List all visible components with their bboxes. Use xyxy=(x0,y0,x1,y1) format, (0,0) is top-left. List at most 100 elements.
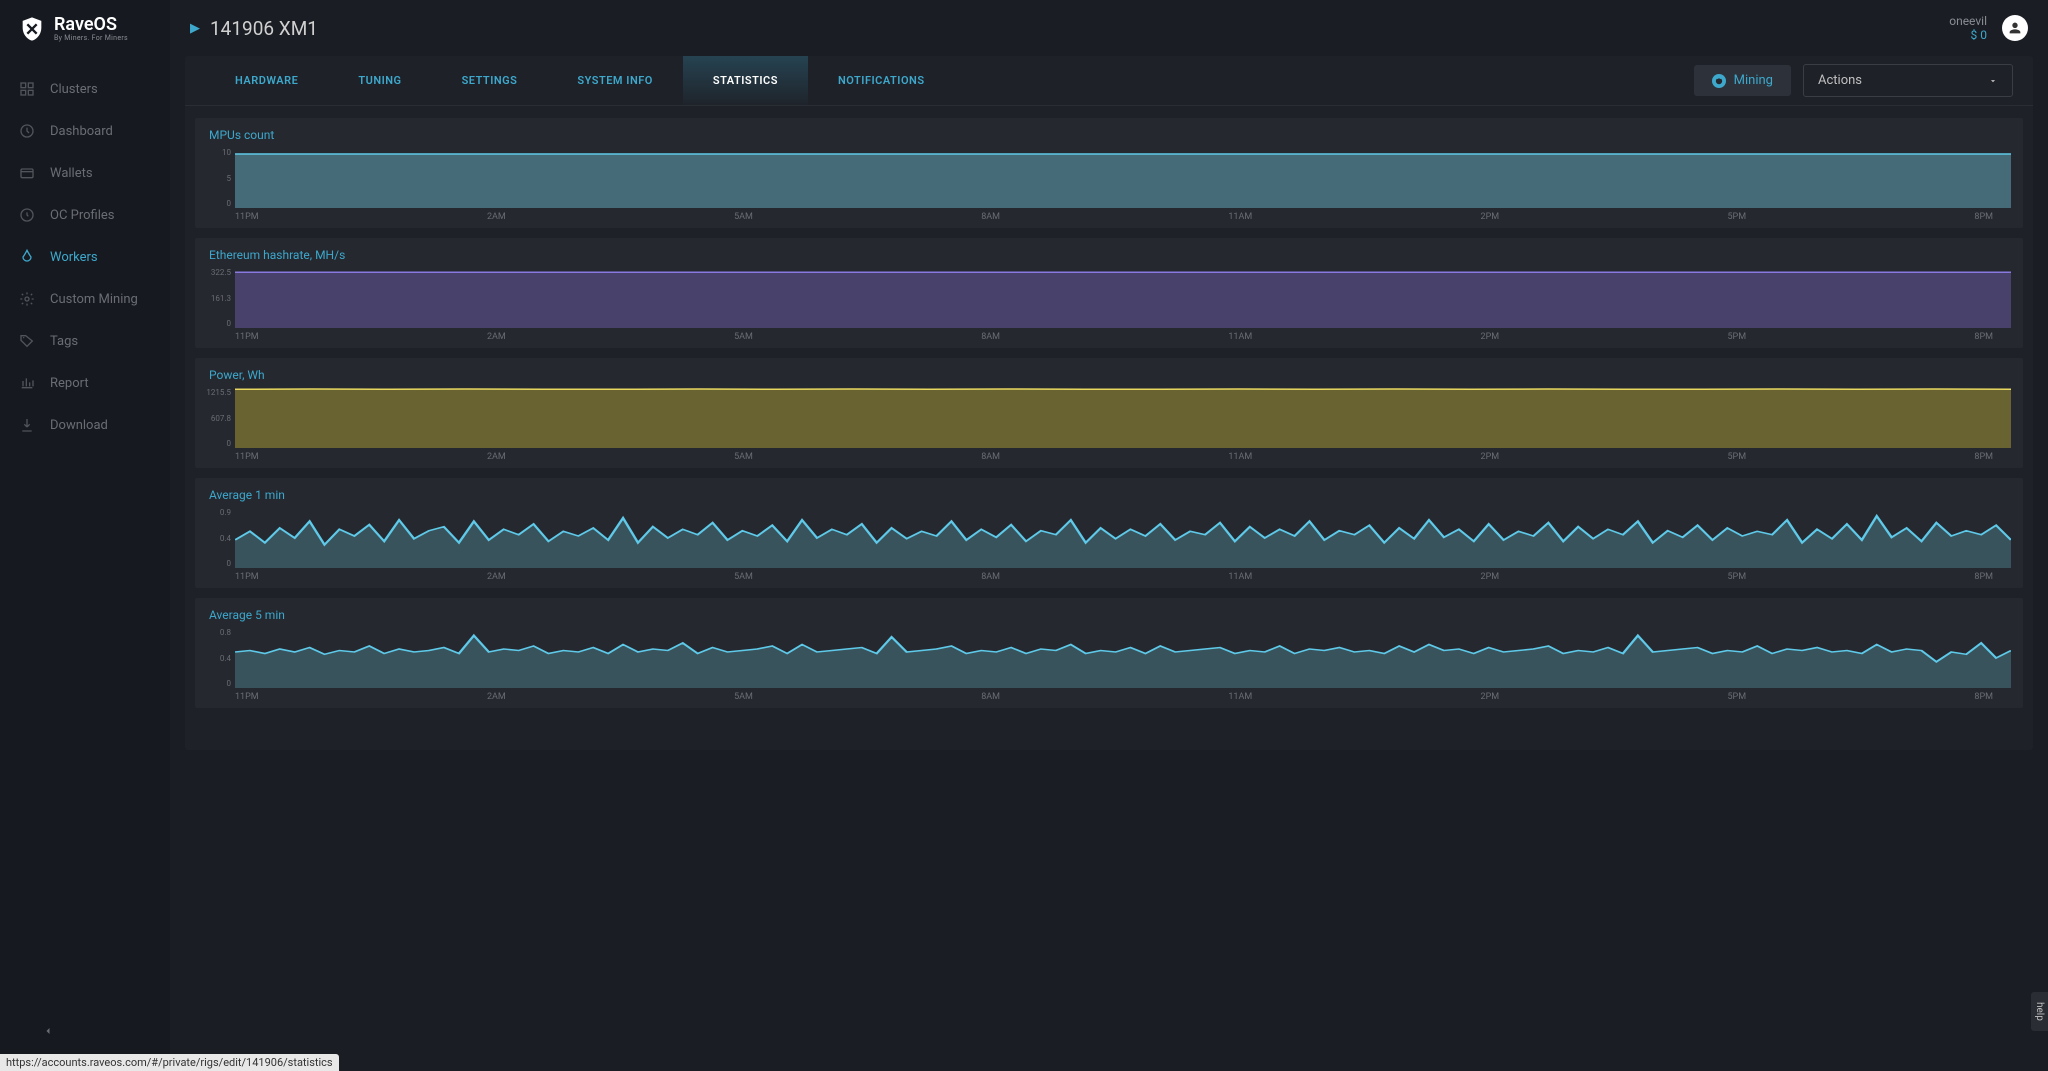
sidebar-item-label: Custom Mining xyxy=(50,292,138,307)
x-tick: 2AM xyxy=(487,332,506,342)
logo[interactable]: RaveOS By Miners. For Miners xyxy=(0,15,170,68)
collapse-sidebar[interactable] xyxy=(42,1022,54,1041)
sidebar-item-dashboard[interactable]: Dashboard xyxy=(0,110,170,152)
x-tick: 5AM xyxy=(734,692,753,702)
chart-card: Average 1 min0.90.4011PM2AM5AM8AM11AM2PM… xyxy=(195,478,2023,588)
x-tick: 8PM xyxy=(1974,332,1993,342)
brand-name: RaveOS xyxy=(54,16,128,34)
x-tick: 11PM xyxy=(235,572,259,582)
x-tick: 2PM xyxy=(1481,332,1500,342)
tab-statistics[interactable]: STATISTICS xyxy=(683,56,808,105)
sidebar-item-label: Download xyxy=(50,418,108,433)
y-tick: 0.9 xyxy=(205,508,231,517)
y-tick: 0.4 xyxy=(205,654,231,663)
x-tick: 2AM xyxy=(487,572,506,582)
y-tick: 607.8 xyxy=(205,414,231,423)
chart-title: Ethereum hashrate, MH/s xyxy=(205,248,2013,262)
sidebar-item-wallets[interactable]: Wallets xyxy=(0,152,170,194)
brand-sub: By Miners. For Miners xyxy=(54,34,128,42)
actions-select[interactable]: Actions xyxy=(1803,64,2013,97)
x-tick: 8AM xyxy=(981,572,1000,582)
x-tick: 11AM xyxy=(1228,572,1252,582)
x-tick: 2PM xyxy=(1481,452,1500,462)
x-tick: 8AM xyxy=(981,452,1000,462)
tab-settings[interactable]: SETTINGS xyxy=(432,56,548,105)
x-tick: 8PM xyxy=(1974,692,1993,702)
tab-hardware[interactable]: HARDWARE xyxy=(205,56,328,105)
main: ▶ 141906 XM1 oneevil $ 0 HARDWARETUNINGS… xyxy=(170,0,2048,1071)
sidebar-item-label: Wallets xyxy=(50,166,93,181)
chevron-left-icon xyxy=(42,1025,54,1037)
sidebar-item-workers[interactable]: Workers xyxy=(0,236,170,278)
x-tick: 11AM xyxy=(1228,452,1252,462)
x-tick: 11PM xyxy=(235,452,259,462)
x-tick: 5PM xyxy=(1727,332,1746,342)
play-icon: ▶ xyxy=(190,21,200,36)
chart-card: MPUs count105011PM2AM5AM8AM11AM2PM5PM8PM xyxy=(195,118,2023,228)
x-tick: 8PM xyxy=(1974,572,1993,582)
sidebar-item-custom-mining[interactable]: Custom Mining xyxy=(0,278,170,320)
x-tick: 11PM xyxy=(235,212,259,222)
user-name: oneevil xyxy=(1949,14,1987,28)
x-tick: 5PM xyxy=(1727,692,1746,702)
sidebar-item-tags[interactable]: Tags xyxy=(0,320,170,362)
topbar: ▶ 141906 XM1 oneevil $ 0 xyxy=(170,0,2048,56)
x-tick: 8AM xyxy=(981,212,1000,222)
x-tick: 5PM xyxy=(1727,212,1746,222)
chart-title: MPUs count xyxy=(205,128,2013,142)
x-tick: 5AM xyxy=(734,332,753,342)
wallets-icon xyxy=(18,164,36,182)
x-tick: 5AM xyxy=(734,572,753,582)
y-tick: 1215.5 xyxy=(205,388,231,397)
sidebar-item-label: Dashboard xyxy=(50,124,113,139)
tab-tuning[interactable]: TUNING xyxy=(328,56,431,105)
chart-plot[interactable] xyxy=(235,628,2011,688)
sidebar-item-label: Report xyxy=(50,376,89,391)
chart-plot[interactable] xyxy=(235,148,2011,208)
x-tick: 5AM xyxy=(734,212,753,222)
y-tick: 0.8 xyxy=(205,628,231,637)
x-tick: 5AM xyxy=(734,452,753,462)
y-tick: 0.4 xyxy=(205,534,231,543)
x-tick: 11AM xyxy=(1228,692,1252,702)
help-tab[interactable]: help xyxy=(2031,992,2048,1031)
x-tick: 11PM xyxy=(235,332,259,342)
x-tick: 2AM xyxy=(487,692,506,702)
mining-label: Mining xyxy=(1734,73,1773,88)
shield-icon xyxy=(18,15,46,43)
oc-profiles-icon xyxy=(18,206,36,224)
y-tick: 0 xyxy=(205,199,231,208)
x-tick: 8PM xyxy=(1974,452,1993,462)
tab-notifications[interactable]: NOTIFICATIONS xyxy=(808,56,955,105)
sidebar-item-download[interactable]: Download xyxy=(0,404,170,446)
content: HARDWARETUNINGSETTINGSSYSTEM INFOSTATIST… xyxy=(185,56,2033,750)
sidebar-item-oc-profiles[interactable]: OC Profiles xyxy=(0,194,170,236)
chart-title: Average 1 min xyxy=(205,488,2013,502)
x-tick: 11AM xyxy=(1228,332,1252,342)
user-balance: $ 0 xyxy=(1949,28,1987,42)
user-area: oneevil $ 0 xyxy=(1949,14,2028,42)
x-tick: 11PM xyxy=(235,692,259,702)
y-tick: 0 xyxy=(205,319,231,328)
x-tick: 2PM xyxy=(1481,572,1500,582)
sidebar-item-label: Tags xyxy=(50,334,78,349)
x-tick: 2AM xyxy=(487,212,506,222)
power-icon xyxy=(1712,74,1726,88)
sidebar-item-clusters[interactable]: Clusters xyxy=(0,68,170,110)
chart-title: Average 5 min xyxy=(205,608,2013,622)
chart-plot[interactable] xyxy=(235,508,2011,568)
workers-icon xyxy=(18,248,36,266)
tab-system-info[interactable]: SYSTEM INFO xyxy=(547,56,683,105)
user-avatar[interactable] xyxy=(2002,15,2028,41)
sidebar-item-label: OC Profiles xyxy=(50,208,115,223)
tags-icon xyxy=(18,332,36,350)
mining-button[interactable]: Mining xyxy=(1694,65,1791,96)
worker-title: ▶ 141906 XM1 xyxy=(190,17,318,40)
x-tick: 2PM xyxy=(1481,692,1500,702)
chart-plot[interactable] xyxy=(235,268,2011,328)
chart-plot[interactable] xyxy=(235,388,2011,448)
custom-mining-icon xyxy=(18,290,36,308)
download-icon xyxy=(18,416,36,434)
sidebar-item-report[interactable]: Report xyxy=(0,362,170,404)
chevron-down-icon xyxy=(1988,76,1998,86)
